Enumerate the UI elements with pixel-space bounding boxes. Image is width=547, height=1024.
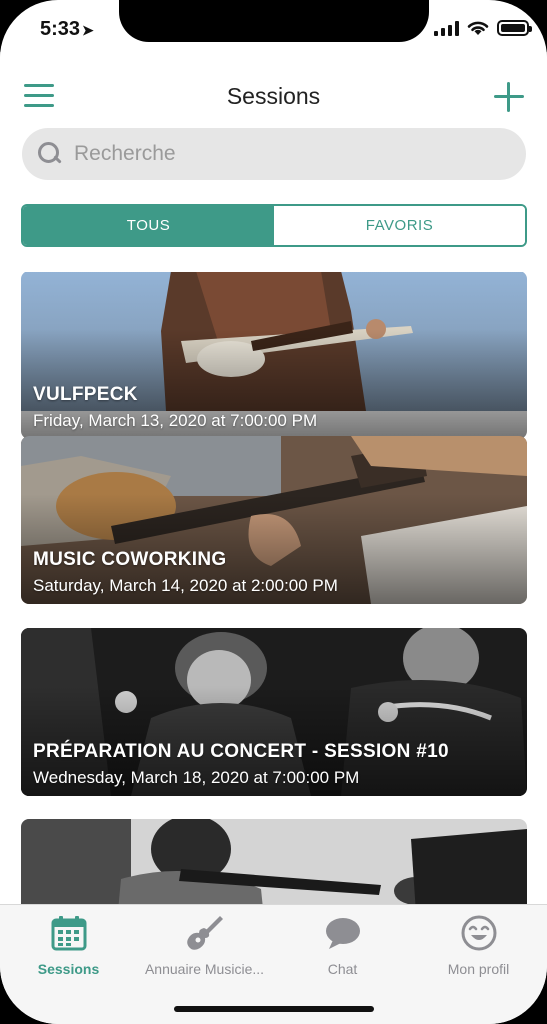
search-icon	[38, 142, 62, 166]
location-arrow-icon: ➤	[82, 22, 94, 38]
tab-label: Mon profil	[447, 961, 510, 977]
page-title: Sessions	[226, 83, 321, 109]
calendar-icon	[51, 916, 86, 951]
time-text: 5:33	[40, 18, 81, 40]
sessions-list: VULFPECK Friday, March 13, 2020 at 7:00:…	[0, 272, 547, 904]
phone-screen: 5:33➤ Sessions TOUS FAVORIS	[0, 0, 547, 1024]
session-image	[21, 819, 527, 904]
session-date: Saturday, March 14, 2020 at 2:00:00 PM	[33, 576, 338, 595]
header: Sessions TOUS FAVORIS	[0, 52, 547, 272]
session-card[interactable]: MUSIC COWORKING Saturday, March 14, 2020…	[21, 436, 527, 604]
session-card[interactable]: VULFPECK Friday, March 13, 2020 at 7:00:…	[21, 272, 527, 439]
status-bar: 5:33 ➤	[0, 0, 547, 52]
wifi-icon	[467, 21, 489, 35]
session-card[interactable]: PRÉPARATION AU CONCERT - SESSION #10 Wed…	[21, 628, 527, 796]
plus-icon[interactable]	[494, 82, 524, 112]
tab-chat[interactable]: Chat	[274, 913, 411, 977]
notch	[119, 0, 429, 42]
search-bar[interactable]	[22, 128, 526, 180]
chat-bubble-icon	[325, 918, 360, 949]
session-title: MUSIC COWORKING	[33, 549, 227, 570]
segmented-control: TOUS FAVORIS	[21, 204, 527, 247]
tab-label: Chat	[327, 961, 358, 977]
tab-sessions[interactable]: Sessions	[0, 913, 137, 977]
search-input[interactable]	[74, 142, 494, 166]
tab-label: Annuaire Musicie...	[144, 961, 265, 977]
segment-favoris[interactable]: FAVORIS	[274, 206, 525, 245]
session-title: VULFPECK	[33, 384, 138, 405]
session-date: Wednesday, March 18, 2020 at 7:00:00 PM	[33, 768, 360, 787]
session-title: PRÉPARATION AU CONCERT - SESSION #10	[33, 741, 449, 762]
cellular-signal-icon	[434, 20, 459, 36]
segment-tous[interactable]: TOUS	[23, 206, 274, 245]
tab-profil[interactable]: Mon profil	[410, 913, 547, 977]
battery-icon	[497, 20, 532, 36]
tab-label: Sessions	[37, 961, 100, 977]
guitar-icon	[186, 916, 223, 950]
status-icons	[434, 20, 532, 36]
tab-annuaire[interactable]: Annuaire Musicie...	[136, 913, 273, 977]
smiley-face-icon	[461, 915, 496, 951]
session-date: Friday, March 13, 2020 at 7:00:00 PM	[33, 411, 318, 430]
status-time: 5:33 ➤	[40, 18, 94, 41]
home-indicator[interactable]	[174, 1006, 374, 1012]
session-card[interactable]	[21, 819, 527, 904]
